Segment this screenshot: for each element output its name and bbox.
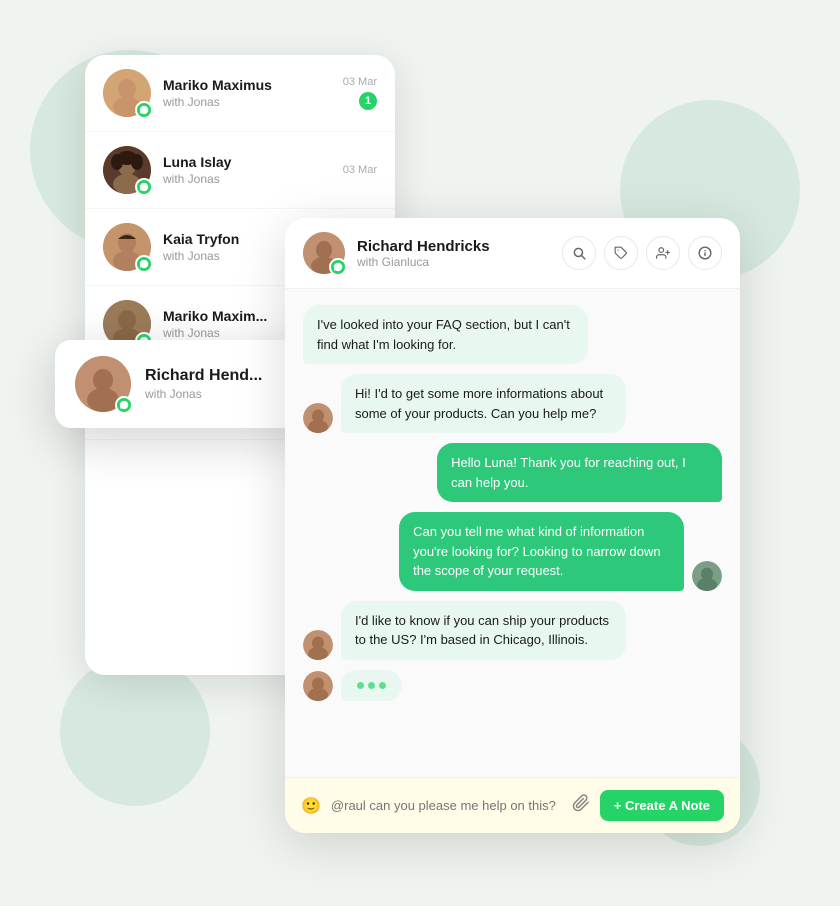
chat-meta: 03 Mar: [343, 164, 377, 176]
whatsapp-badge: [329, 258, 347, 276]
unread-badge: 1: [359, 92, 377, 110]
message-row: I'd like to know if you can ship your pr…: [303, 601, 722, 660]
chat-info: Mariko Maximus with Jonas: [163, 77, 331, 109]
typing-indicator: [341, 670, 402, 701]
contact-name: Luna Islay: [163, 154, 331, 170]
header-info: Richard Hendricks with Gianluca: [357, 238, 550, 269]
typing-dot: [368, 682, 375, 689]
avatar-wrap: [303, 232, 345, 274]
contact-sub: with Jonas: [145, 387, 300, 401]
message-bubble: Hi! I'd to get some more informations ab…: [341, 374, 626, 433]
message-avatar: [303, 630, 333, 660]
whatsapp-badge: [135, 178, 153, 196]
chat-header: Richard Hendricks with Gianluca: [285, 218, 740, 289]
message-avatar: [303, 671, 333, 701]
avatar-wrap: [103, 223, 151, 271]
list-item[interactable]: Mariko Maximus with Jonas 03 Mar 1: [85, 55, 395, 132]
avatar-wrap: [75, 356, 131, 412]
whatsapp-badge: [135, 255, 153, 273]
emoji-icon[interactable]: 🙂: [301, 796, 321, 816]
typing-row: [303, 670, 722, 701]
header-actions: [562, 236, 722, 270]
chat-info: Richard Hend... with Jonas: [145, 367, 300, 401]
contact-sub: with Jonas: [163, 172, 331, 186]
attach-icon[interactable]: [572, 794, 590, 817]
message-bubble: I'd like to know if you can ship your pr…: [341, 601, 626, 660]
contact-sub: with Jonas: [163, 95, 331, 109]
message-row: Hello Luna! Thank you for reaching out, …: [303, 443, 722, 502]
message-avatar: [303, 403, 333, 433]
messages-area: I've looked into your FAQ section, but I…: [285, 289, 740, 777]
typing-dot: [379, 682, 386, 689]
search-button[interactable]: [562, 236, 596, 270]
create-note-label: + Create A Note: [614, 798, 710, 813]
avatar-wrap: [103, 69, 151, 117]
contact-name: Mariko Maximus: [163, 77, 331, 93]
input-bar: 🙂 + Create A Note: [285, 777, 740, 833]
typing-dot: [357, 682, 364, 689]
header-contact-sub: with Gianluca: [357, 255, 550, 269]
info-button[interactable]: [688, 236, 722, 270]
create-note-button[interactable]: + Create A Note: [600, 790, 724, 821]
whatsapp-badge: [115, 396, 133, 414]
whatsapp-badge: [135, 101, 153, 119]
assign-button[interactable]: [646, 236, 680, 270]
chat-meta: 03 Mar 1: [343, 76, 377, 110]
highlighted-contact-card[interactable]: Richard Hend... with Jonas: [55, 340, 320, 428]
contact-name: Richard Hend...: [145, 367, 300, 385]
message-input[interactable]: [331, 798, 562, 813]
header-contact-name: Richard Hendricks: [357, 238, 550, 255]
message-bubble: Hello Luna! Thank you for reaching out, …: [437, 443, 722, 502]
bg-decoration-2: [60, 656, 210, 806]
message-bubble: Can you tell me what kind of information…: [399, 512, 684, 591]
list-item[interactable]: Luna Islay with Jonas 03 Mar: [85, 132, 395, 209]
tag-button[interactable]: [604, 236, 638, 270]
message-bubble: I've looked into your FAQ section, but I…: [303, 305, 588, 364]
message-row: Hi! I'd to get some more informations ab…: [303, 374, 722, 433]
chat-panel: Richard Hendricks with Gianluca: [285, 218, 740, 833]
avatar-wrap: [103, 146, 151, 194]
chat-date: 03 Mar: [343, 76, 377, 88]
chat-date: 03 Mar: [343, 164, 377, 176]
message-row: Can you tell me what kind of information…: [303, 512, 722, 591]
message-row: I've looked into your FAQ section, but I…: [303, 305, 722, 364]
chat-info: Luna Islay with Jonas: [163, 154, 331, 186]
message-avatar: [692, 561, 722, 591]
